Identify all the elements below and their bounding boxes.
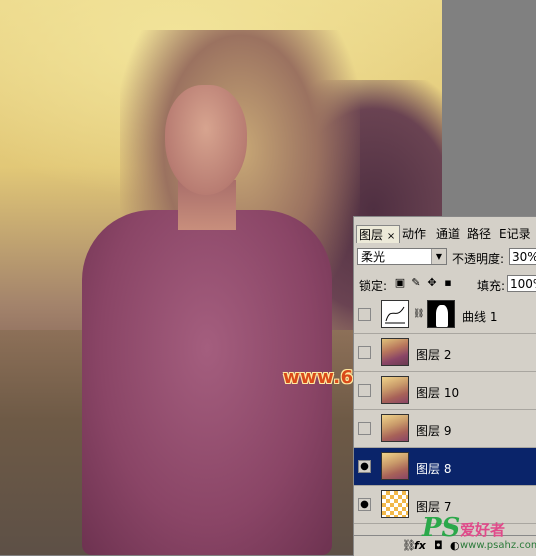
chain-link-icon[interactable]: ⛓ <box>413 309 424 319</box>
layer-row[interactable]: 图层 10 <box>354 372 536 410</box>
layer-row-selected[interactable]: ● 图层 8 <box>354 448 536 486</box>
layers-panel: 图层 × 动作 通道 路径 E记录 柔光 ▼ 不透明度: 30% 锁定: ▣ ✎… <box>353 216 536 556</box>
visibility-toggle[interactable] <box>358 422 371 435</box>
site-logo: PS 爱好者 www.psahz.com <box>422 513 536 555</box>
fill-input[interactable]: 100% <box>507 275 536 292</box>
tab-layers[interactable]: 图层 × <box>356 225 400 243</box>
tab-layers-label: 图层 <box>359 228 384 242</box>
lock-label: 锁定: <box>359 279 388 293</box>
blend-mode-select[interactable]: 柔光 ▼ <box>357 248 447 265</box>
layer-thumbnail <box>381 414 409 442</box>
curves-graph-icon <box>385 306 405 324</box>
visibility-toggle[interactable] <box>358 346 371 359</box>
close-icon[interactable]: × <box>387 231 395 242</box>
layer-name: 曲线 1 <box>462 310 498 324</box>
lock-brush-icon[interactable]: ✎ <box>410 277 422 289</box>
lock-move-icon[interactable]: ✥ <box>426 277 438 289</box>
logo-url: www.psahz.com <box>460 540 536 551</box>
lock-transparency-icon[interactable]: ▣ <box>394 277 406 289</box>
visibility-toggle[interactable] <box>358 384 371 397</box>
lock-row: 锁定: ▣ ✎ ✥ ▪ 填充: 100% <box>354 274 536 294</box>
logo-chinese-text: 爱好者 <box>460 521 506 539</box>
logo-ps: PS <box>422 513 461 543</box>
curves-thumbnail <box>381 300 409 328</box>
chevron-down-icon[interactable]: ▼ <box>431 249 446 264</box>
tab-history[interactable]: E记录 <box>499 225 531 243</box>
layer-thumbnail <box>381 452 409 480</box>
layer-row[interactable]: ⛓ 曲线 1 <box>354 296 536 334</box>
eye-icon[interactable]: ● <box>358 498 371 511</box>
layer-thumbnail <box>381 490 409 518</box>
layer-name: 图层 10 <box>416 386 460 400</box>
lock-all-icon[interactable]: ▪ <box>442 277 454 289</box>
opacity-input[interactable]: 30% <box>509 248 536 265</box>
blend-row: 柔光 ▼ 不透明度: 30% <box>354 247 536 269</box>
layer-row[interactable]: 图层 9 <box>354 410 536 448</box>
layer-name: 图层 9 <box>416 424 452 438</box>
eye-icon[interactable]: ● <box>358 460 371 473</box>
visibility-toggle[interactable] <box>358 308 371 321</box>
tab-paths[interactable]: 路径 <box>467 225 491 243</box>
tab-channels[interactable]: 通道 <box>436 225 460 243</box>
layer-name: 图层 8 <box>416 462 452 476</box>
tab-actions[interactable]: 动作 <box>402 225 426 243</box>
layer-thumbnail <box>381 338 409 366</box>
layer-list: ⛓ 曲线 1 图层 2 图层 10 图层 9 ● 图层 8 ● 图层 7 <box>354 296 536 524</box>
layer-name: 图层 2 <box>416 348 452 362</box>
layer-thumbnail <box>381 376 409 404</box>
face <box>165 85 247 195</box>
mask-silhouette <box>436 305 448 327</box>
layer-mask-thumbnail[interactable] <box>427 300 455 328</box>
layer-row[interactable]: 图层 2 <box>354 334 536 372</box>
panel-tabs: 图层 × 动作 通道 路径 E记录 <box>354 225 536 243</box>
opacity-label: 不透明度: <box>452 252 505 266</box>
fill-label: 填充: <box>477 279 506 293</box>
blend-mode-value: 柔光 <box>361 250 386 264</box>
